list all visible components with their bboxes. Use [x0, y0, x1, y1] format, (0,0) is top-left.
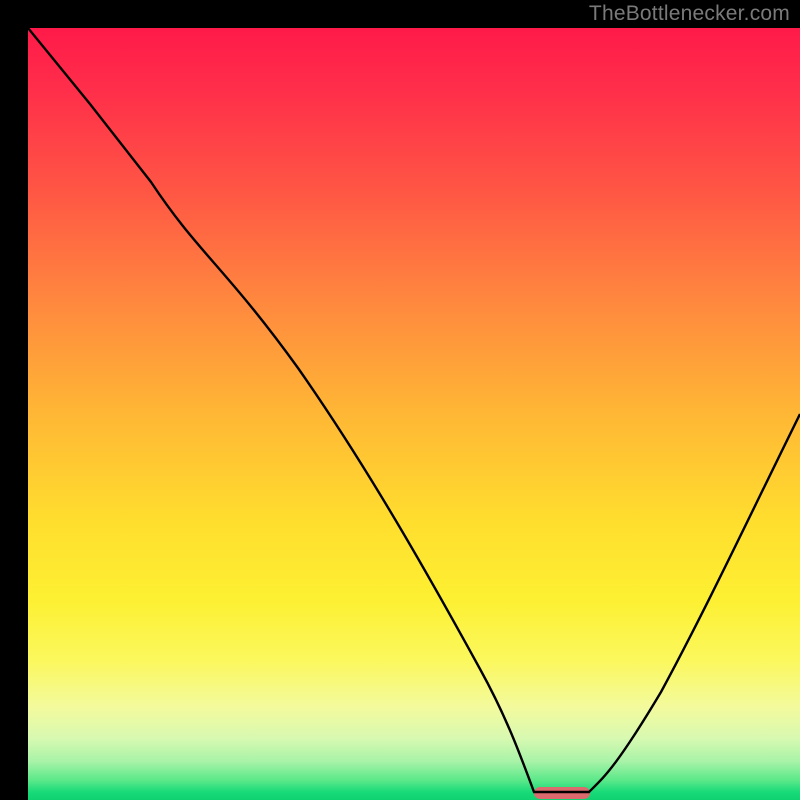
watermark-text: TheBottlenecker.com — [589, 2, 790, 26]
chart-frame — [14, 14, 786, 786]
bottleneck-curve — [28, 28, 800, 800]
plot-area — [28, 28, 800, 800]
